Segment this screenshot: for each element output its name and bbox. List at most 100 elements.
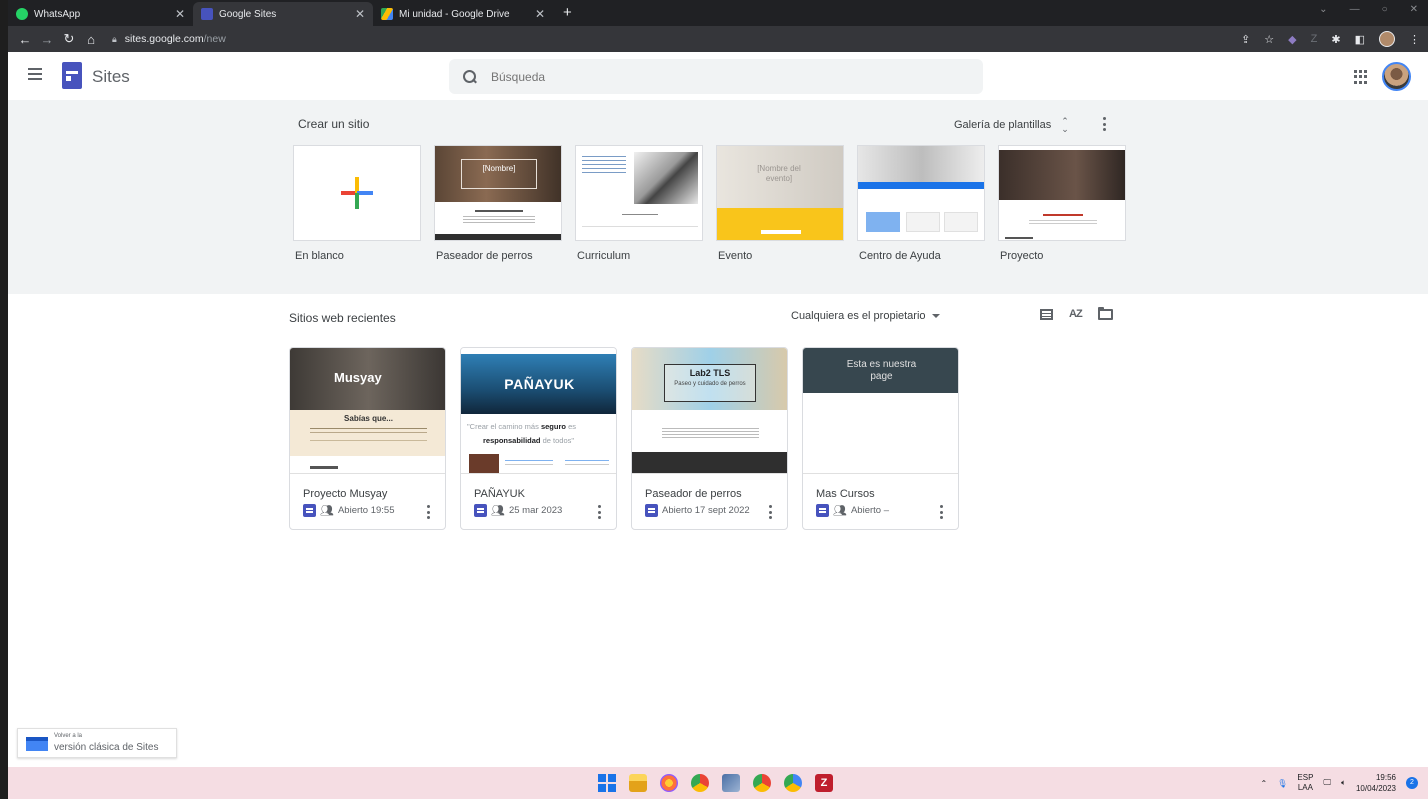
site-card[interactable]: PAÑAYUK "Crear el camino más seguro es r… — [460, 347, 617, 530]
site-preview[interactable]: Esta es nuestra page — [803, 348, 958, 474]
template-curriculum[interactable]: Curriculum — [575, 145, 703, 262]
folder-icon[interactable] — [1097, 306, 1113, 320]
template-thumbnail[interactable] — [998, 145, 1126, 241]
template-label: Evento — [718, 250, 753, 262]
app-name[interactable]: Sites — [92, 67, 130, 87]
side-panel-icon[interactable]: ◧ — [1355, 33, 1365, 46]
thumb-quote: de todos" — [542, 436, 575, 445]
site-preview[interactable]: PAÑAYUK "Crear el camino más seguro es r… — [461, 348, 616, 474]
network-icon[interactable]: 🖵︎ — [1323, 778, 1331, 788]
template-thumbnail[interactable] — [857, 145, 985, 241]
site-more-icon[interactable] — [939, 505, 943, 519]
window-controls: ⌄ — ○ ✕ — [1319, 4, 1418, 15]
firefox-icon[interactable] — [660, 774, 678, 792]
template-gallery-toggle[interactable]: Galería de plantillas ⌃ ⌄ — [954, 117, 1069, 134]
template-help-center[interactable]: Centro de Ayuda — [857, 145, 985, 262]
app-header: Sites — [8, 52, 1428, 100]
close-icon[interactable]: ✕ — [535, 7, 545, 21]
tab-whatsapp[interactable]: WhatsApp ✕ — [8, 2, 193, 26]
profile-avatar[interactable] — [1379, 31, 1395, 47]
chrome-profile-icon[interactable] — [753, 774, 771, 792]
site-title[interactable]: Proyecto Musyay — [303, 488, 387, 500]
notification-badge[interactable]: 2 — [1406, 777, 1418, 789]
language-indicator[interactable]: ESP LAA — [1297, 773, 1313, 793]
template-project[interactable]: Proyecto — [998, 145, 1126, 262]
template-dog-walker[interactable]: [Nombre] Paseador de perros — [434, 145, 562, 262]
extension-icon[interactable]: ◆ — [1288, 33, 1296, 46]
forward-icon[interactable]: → — [36, 32, 58, 47]
owner-filter-dropdown[interactable]: Cualquiera es el propietario — [791, 310, 940, 322]
site-more-icon[interactable] — [768, 505, 772, 519]
tab-title: Mi unidad - Google Drive — [399, 8, 510, 20]
site-card[interactable]: Lab2 TLS Paseo y cuidado de perros Pasea… — [631, 347, 788, 530]
close-icon[interactable]: ✕ — [355, 7, 365, 21]
template-gallery: Crear un sitio Galería de plantillas ⌃ ⌄ … — [8, 100, 1428, 294]
windows-start-icon[interactable] — [598, 774, 616, 792]
list-view-icon[interactable] — [1040, 308, 1053, 320]
search-input[interactable] — [491, 69, 931, 84]
last-opened: Abierto – — [850, 505, 889, 516]
maximize-icon[interactable]: ○ — [1382, 4, 1388, 15]
sites-logo-icon[interactable] — [62, 62, 82, 89]
file-explorer-icon[interactable] — [629, 774, 647, 792]
template-blank[interactable]: En blanco — [293, 145, 421, 262]
owner-filter-label: Cualquiera es el propietario — [791, 310, 926, 322]
show-hidden-icons-icon[interactable]: ⌃ — [1261, 779, 1268, 788]
share-icon[interactable]: ⇪ — [1241, 33, 1250, 46]
volume-icon[interactable]: 🔈︎ — [1341, 778, 1346, 788]
sort-az-icon[interactable]: AZ — [1069, 308, 1083, 320]
search-bar[interactable] — [449, 59, 983, 94]
google-sites-icon — [816, 504, 829, 517]
puzzle-icon[interactable]: ✱ — [1331, 33, 1340, 46]
classic-sites-small-label: Volver a la — [54, 733, 83, 739]
close-window-icon[interactable]: ✕ — [1410, 4, 1418, 15]
clock[interactable]: 19:56 10/04/2023 — [1356, 772, 1396, 794]
template-thumbnail[interactable]: [Nombre del evento] — [716, 145, 844, 241]
thumb-title: PAÑAYUK — [504, 376, 575, 392]
tab-google-sites[interactable]: Google Sites ✕ — [193, 2, 373, 26]
network-app-icon[interactable] — [722, 774, 740, 792]
address-bar[interactable]: 🔒︎ sites.google.com/new — [112, 33, 226, 45]
site-preview[interactable]: Lab2 TLS Paseo y cuidado de perros — [632, 348, 787, 474]
template-thumbnail[interactable] — [575, 145, 703, 241]
thumb-quote-bold: responsabilidad — [483, 436, 541, 445]
hamburger-menu-icon[interactable] — [28, 68, 42, 80]
site-title[interactable]: Paseador de perros — [645, 488, 742, 500]
bookmark-star-icon[interactable]: ☆ — [1264, 33, 1274, 46]
reload-icon[interactable]: ↻ — [58, 31, 80, 47]
site-preview[interactable]: Musyay Sabías que... — [290, 348, 445, 474]
site-card[interactable]: Musyay Sabías que... Proyecto Musyay 👥︎ … — [289, 347, 446, 530]
shared-users-icon: 👥︎ — [491, 505, 505, 517]
site-meta: 👥︎ Abierto 19:55 — [303, 504, 394, 517]
filezilla-icon[interactable]: Z — [815, 774, 833, 792]
site-more-icon[interactable] — [597, 505, 601, 519]
chrome-profile-icon[interactable] — [784, 774, 802, 792]
plus-icon — [341, 177, 373, 209]
template-thumbnail[interactable] — [293, 145, 421, 241]
tab-google-drive[interactable]: Mi unidad - Google Drive ✕ — [373, 2, 553, 26]
gallery-more-icon[interactable] — [1102, 117, 1106, 131]
url-path: /new — [203, 33, 226, 45]
extension-icon[interactable]: Z — [1311, 33, 1318, 45]
back-icon[interactable]: ← — [14, 32, 36, 47]
google-apps-icon[interactable] — [1354, 70, 1368, 84]
tab-search-icon[interactable]: ⌄ — [1319, 4, 1327, 15]
search-icon[interactable] — [463, 69, 477, 84]
account-avatar[interactable] — [1382, 62, 1411, 91]
lock-icon: 🔒︎ — [112, 33, 117, 44]
template-event[interactable]: [Nombre del evento] Evento — [716, 145, 844, 262]
microphone-icon[interactable]: 🎙︎ — [1277, 779, 1287, 788]
minimize-icon[interactable]: — — [1350, 4, 1360, 15]
home-icon[interactable]: ⌂ — [80, 32, 102, 47]
site-title[interactable]: PAÑAYUK — [474, 488, 525, 500]
chrome-icon[interactable] — [691, 774, 709, 792]
thumb-heading: [Nombre] — [461, 159, 537, 189]
menu-icon[interactable]: ⋮ — [1409, 33, 1420, 46]
new-tab-button[interactable]: + — [563, 2, 572, 26]
site-card[interactable]: Esta es nuestra page Mas Cursos 👥︎ Abier… — [802, 347, 959, 530]
template-thumbnail[interactable]: [Nombre] — [434, 145, 562, 241]
site-more-icon[interactable] — [426, 505, 430, 519]
site-title[interactable]: Mas Cursos — [816, 488, 875, 500]
close-icon[interactable]: ✕ — [175, 7, 185, 21]
classic-sites-link[interactable]: Volver a la versión clásica de Sites — [17, 728, 177, 758]
